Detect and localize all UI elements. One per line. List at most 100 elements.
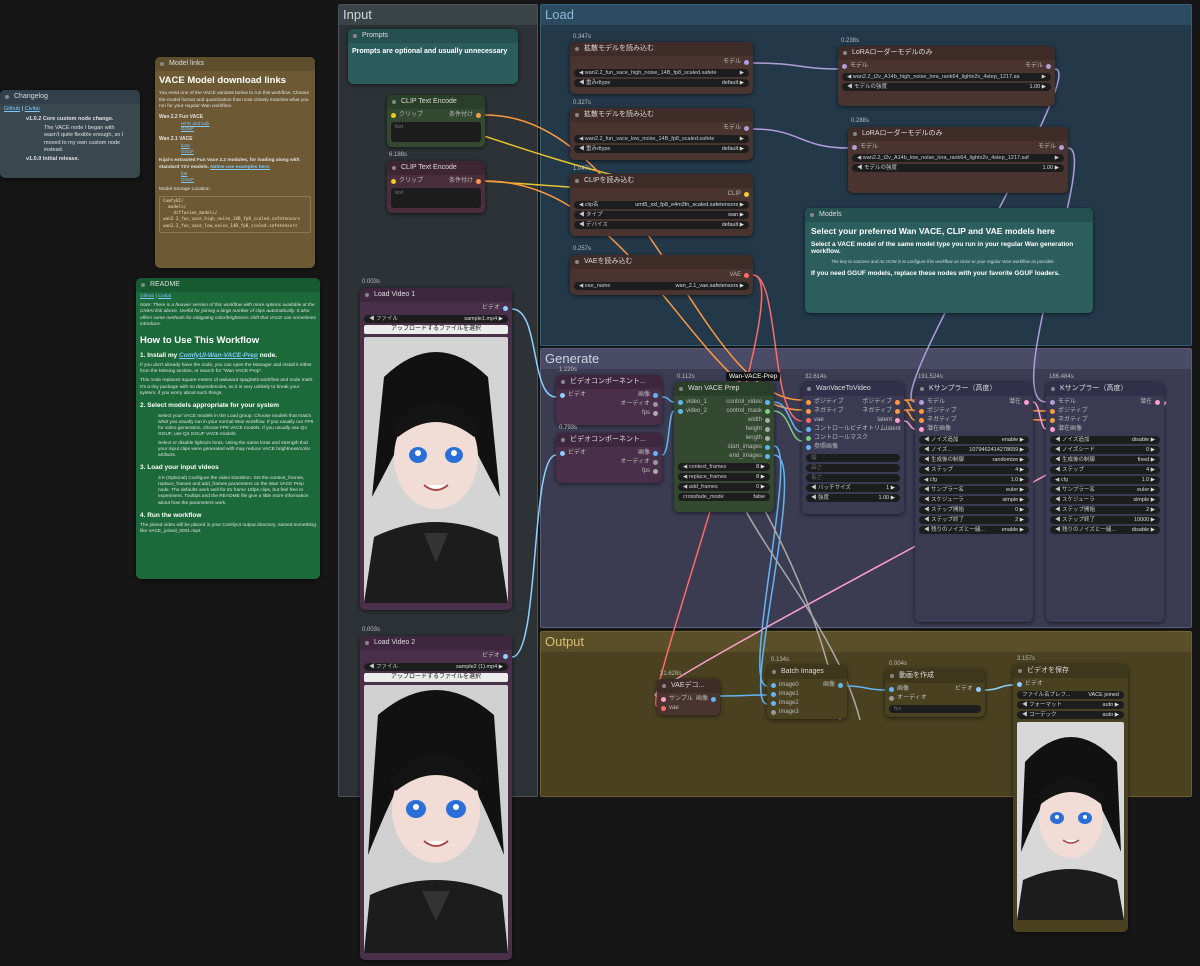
wanvace-in-negative-dot[interactable] (806, 409, 811, 414)
prep-crossfade-mode[interactable]: crossfade_mode false (678, 493, 770, 501)
batch-in-1-dot[interactable] (771, 692, 776, 697)
wanvace-out-negative-dot[interactable] (895, 409, 900, 414)
ks1-steps[interactable]: ◀ ステップ 4 ▶ (919, 466, 1029, 474)
wanvace-in-control-mask-dot[interactable] (806, 436, 811, 441)
wanvace-in-vae-dot[interactable] (806, 418, 811, 423)
comp2-out-image-dot[interactable] (653, 451, 658, 456)
vae-loader[interactable]: VAEを読み込む VAE ◀ vae_name wan_2.1_vae.safet… (570, 255, 753, 295)
wanvace-in-reference-dot[interactable] (806, 445, 811, 450)
model-links-note[interactable]: Model links VACE Model download links Yo… (155, 57, 315, 268)
clip1-out-dot[interactable] (476, 113, 481, 118)
ks1-sampler-name[interactable]: ◀ サンプラー名 euler ▶ (919, 486, 1029, 494)
ks1-in-positive-dot[interactable] (919, 409, 924, 414)
ks2-start-step[interactable]: ◀ ステップ開始 2 ▶ (1050, 506, 1160, 514)
wanvace-out-latent-dot[interactable] (895, 418, 900, 423)
comp1-in-dot[interactable] (560, 393, 565, 398)
video2-out-dot[interactable] (503, 654, 508, 659)
load-video-2[interactable]: Load Video 2 ビデオ ◀ ファイル sample2 (1).mp4 ▶… (360, 636, 512, 960)
batch-images[interactable]: Batch Images image0 画像 image1 image2 imag… (767, 665, 847, 719)
comp1-out-image-dot[interactable] (653, 393, 658, 398)
wan-vace-to-video[interactable]: WanVaceToVideo ポジティブ ポジティブ ネガティブ ネガティブ vae… (802, 382, 904, 514)
readme-node-link[interactable]: ComfyUI-Wan-VACE-Prep (179, 352, 258, 359)
clip1-text-input[interactable]: text (391, 122, 481, 142)
clipload-type-select[interactable]: ◀ タイプ wan ▶ (574, 211, 749, 219)
changelog-note[interactable]: Changelog Github | Civitai v1.0.2 Core c… (0, 90, 140, 178)
wan21-link-2[interactable]: GGUF (181, 149, 194, 154)
prep-context-frames[interactable]: ◀ context_frames 8 ▶ (678, 463, 770, 471)
video-components-2[interactable]: ビデオコンポーネント... ビデオ 画像 オーディオ fps (556, 433, 662, 483)
prep-out-control-mask-dot[interactable] (765, 409, 770, 414)
ks2-sampler-name[interactable]: ◀ サンプラー名 euler ▶ (1050, 486, 1160, 494)
load-video-1[interactable]: Load Video 1 ビデオ ◀ ファイル sample1.mp4 ▶ アップ… (360, 288, 512, 610)
ks1-cfg[interactable]: ◀ cfg 1.0 ▶ (919, 476, 1029, 484)
create-video[interactable]: 動画を作成 画像 ビデオ オーディオ fps (885, 669, 985, 717)
wan22-link-1[interactable]: HF/K and bulk (181, 121, 210, 126)
video1-file-select[interactable]: ◀ ファイル sample1.mp4 ▶ (364, 315, 508, 323)
clip2-out-dot[interactable] (476, 179, 481, 184)
clip-text-encode-2[interactable]: CLIP Text Encode クリップ 条件付け text (387, 161, 485, 213)
wanvace-height-input[interactable]: 高さ (806, 464, 900, 472)
video2-file-select[interactable]: ◀ ファイル sample2 (1).mp4 ▶ (364, 663, 508, 671)
ks1-return-noise[interactable]: ◀ 残りのノイズと一緒... enable ▶ (919, 526, 1029, 534)
comp2-out-audio-dot[interactable] (653, 460, 658, 465)
batch-in-2-dot[interactable] (771, 701, 776, 706)
ksampler-advanced-2[interactable]: Kサンプラー（高度） モデル 潜在 ポジティブ ネガティブ 潜在画像 ◀ ノイズ追… (1046, 382, 1164, 622)
vaedec-out-image-dot[interactable] (711, 697, 716, 702)
mkvideo-out-dot[interactable] (976, 687, 981, 692)
load-diffusion-model-1[interactable]: 拡散モデルを読み込む モデル ◀ wan2.2_fun_vace_high_no… (570, 42, 753, 94)
mkvideo-in-audio-dot[interactable] (889, 696, 894, 701)
lora-loader-2[interactable]: LoRAローダーモデルのみ モデル モデル ◀ wan2.2_t2v_A14b_l… (848, 127, 1068, 193)
ks2-scheduler[interactable]: ◀ スケジューラ simple ▶ (1050, 496, 1160, 504)
wanvace-width-input[interactable]: 幅 (806, 454, 900, 462)
wan-vace-prep[interactable]: Wan VACE Prep video_1 control_video video… (674, 382, 774, 512)
clipload-name-select[interactable]: ◀ clip名 umt5_xxl_fp8_e4m3fn_scaled.safete… (574, 201, 749, 209)
models-note[interactable]: Models Select your preferred Wan VACE, C… (805, 208, 1093, 313)
ks1-noise-seed[interactable]: ◀ ノイズ... 1079462414278659 ▶ (919, 446, 1029, 454)
batch-out-dot[interactable] (838, 683, 843, 688)
prep-in-video1-dot[interactable] (678, 400, 683, 405)
lora-loader-1[interactable]: LoRAローダーモデルのみ モデル モデル ◀ wan2.2_t2v_A14b_h… (838, 46, 1055, 106)
ks2-in-latent-dot[interactable] (1050, 427, 1055, 432)
lora1-out-dot[interactable] (1046, 64, 1051, 69)
clip1-in-dot[interactable] (391, 113, 396, 118)
ksampler-advanced-1[interactable]: Kサンプラー（高度） モデル 潜在 ポジティブ ネガティブ 潜在画像 ◀ ノイズ追… (915, 382, 1033, 622)
comp1-out-audio-dot[interactable] (653, 402, 658, 407)
lora1-strength-input[interactable]: ◀ モデルの強度 1.00 ▶ (842, 83, 1051, 91)
diff1-out-dot[interactable] (744, 60, 749, 65)
prep-out-length-dot[interactable] (765, 436, 770, 441)
vaedec-in-vae-dot[interactable] (661, 706, 666, 711)
ks2-cfg[interactable]: ◀ cfg 1.0 ▶ (1050, 476, 1160, 484)
prep-out-height-dot[interactable] (765, 427, 770, 432)
ks2-in-negative-dot[interactable] (1050, 418, 1055, 423)
lora2-name-select[interactable]: ◀ wan2.2_t2v_A14b_low_noise_lora_rank64_… (852, 154, 1064, 162)
clip-text-encode-1[interactable]: CLIP Text Encode クリップ 条件付け text (387, 95, 485, 147)
ks1-in-negative-dot[interactable] (919, 418, 924, 423)
wanvace-strength[interactable]: ◀ 強度 1.00 ▶ (806, 494, 900, 502)
ks1-add-noise[interactable]: ◀ ノイズ追加 enable ▶ (919, 436, 1029, 444)
video1-upload-button[interactable]: アップロードするファイルを選択 (364, 325, 508, 334)
vae-decode[interactable]: VAEデコ... サンプル 画像 vae (657, 679, 720, 715)
clipload-out-dot[interactable] (744, 192, 749, 197)
clip2-text-input[interactable]: text (391, 188, 481, 208)
kijai-link-2[interactable]: GGUF (181, 177, 194, 182)
prep-out-end-images-dot[interactable] (765, 454, 770, 459)
ks1-scheduler[interactable]: ◀ スケジューラ simple ▶ (919, 496, 1029, 504)
diff2-out-dot[interactable] (744, 126, 749, 131)
ks1-end-step[interactable]: ◀ ステップ終了 2 ▶ (919, 516, 1029, 524)
mkvideo-in-image-dot[interactable] (889, 687, 894, 692)
ks1-out-latent-dot[interactable] (1024, 400, 1029, 405)
save-codec-select[interactable]: ◀ コーデック auto ▶ (1017, 711, 1124, 719)
video-components-1[interactable]: ビデオコンポーネント... ビデオ 画像 オーディオ fps (556, 375, 662, 425)
save-filename-prefix[interactable]: ファイル名プレフ... VACE joined (1017, 691, 1124, 699)
wanvace-in-control-video-dot[interactable] (806, 427, 811, 432)
ks2-out-latent-dot[interactable] (1155, 400, 1160, 405)
save-video[interactable]: ビデオを保存 ビデオ ファイル名プレフ... VACE joined ◀ フォーマ… (1013, 664, 1128, 932)
ks1-control-after[interactable]: ◀ 生成後の制御 randomize ▶ (919, 456, 1029, 464)
ks2-return-noise[interactable]: ◀ 残りのノイズと一緒... disable ▶ (1050, 526, 1160, 534)
node-canvas[interactable]: Input Load Generate Output Changelog Git… (0, 0, 1200, 966)
vaeload-name-select[interactable]: ◀ vae_name wan_2.1_vae.safetensors ▶ (574, 282, 749, 290)
ks2-noise-seed[interactable]: ◀ ノイズシード 0 ▶ (1050, 446, 1160, 454)
prep-out-width-dot[interactable] (765, 418, 770, 423)
wanvace-out-positive-dot[interactable] (895, 400, 900, 405)
ks2-in-model-dot[interactable] (1050, 400, 1055, 405)
